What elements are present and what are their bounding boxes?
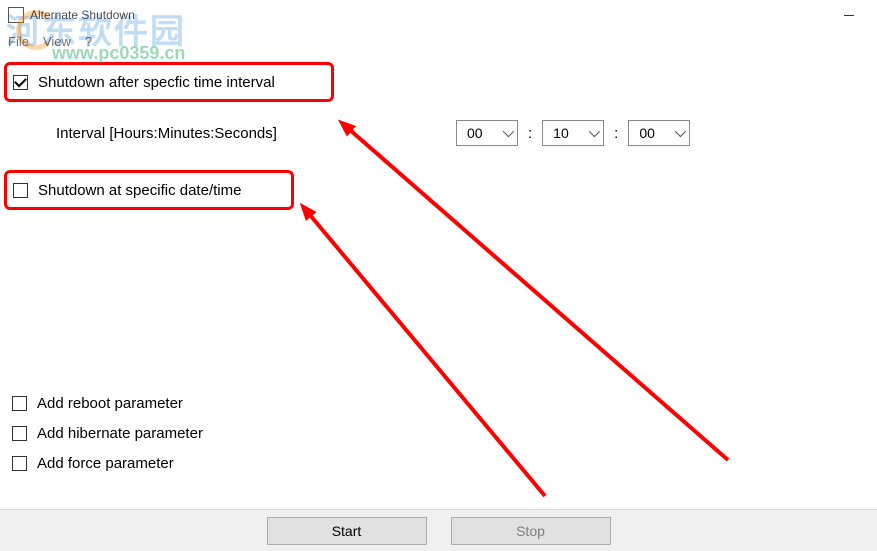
titlebar: Alternate Shutdown xyxy=(0,0,877,30)
chevron-down-icon xyxy=(589,126,600,137)
select-hours[interactable]: 00 xyxy=(456,120,518,146)
colon-separator: : xyxy=(614,125,618,142)
menu-help[interactable]: ? xyxy=(85,34,92,49)
menu-view[interactable]: View xyxy=(43,34,71,49)
menu-file[interactable]: File xyxy=(8,34,29,49)
footer: Start Stop xyxy=(0,509,877,551)
select-minutes[interactable]: 10 xyxy=(542,120,604,146)
checkbox-force[interactable] xyxy=(12,456,27,471)
checkbox-shutdown-interval-label: Shutdown after specfic time interval xyxy=(38,74,275,91)
checkbox-hibernate-label: Add hibernate parameter xyxy=(37,425,203,442)
checkbox-hibernate[interactable] xyxy=(12,426,27,441)
highlight-box-interval: Shutdown after specfic time interval xyxy=(4,62,334,102)
app-icon xyxy=(8,7,24,23)
chevron-down-icon xyxy=(503,126,514,137)
checkbox-reboot-label: Add reboot parameter xyxy=(37,395,183,412)
stop-button[interactable]: Stop xyxy=(451,517,611,545)
highlight-box-datetime: Shutdown at specific date/time xyxy=(4,170,294,210)
select-seconds[interactable]: 00 xyxy=(628,120,690,146)
minimize-button[interactable] xyxy=(829,3,869,27)
chevron-down-icon xyxy=(675,126,686,137)
checkbox-shutdown-interval[interactable] xyxy=(13,75,28,90)
start-button[interactable]: Start xyxy=(267,517,427,545)
menubar: File View ? xyxy=(0,30,877,52)
checkbox-force-label: Add force parameter xyxy=(37,455,174,472)
checkbox-reboot[interactable] xyxy=(12,396,27,411)
window-title: Alternate Shutdown xyxy=(30,8,829,22)
interval-label: Interval [Hours:Minutes:Seconds] xyxy=(56,125,436,142)
parameters-group: Add reboot parameter Add hibernate param… xyxy=(12,388,203,478)
checkbox-shutdown-datetime-label: Shutdown at specific date/time xyxy=(38,182,241,199)
checkbox-shutdown-datetime[interactable] xyxy=(13,183,28,198)
colon-separator: : xyxy=(528,125,532,142)
